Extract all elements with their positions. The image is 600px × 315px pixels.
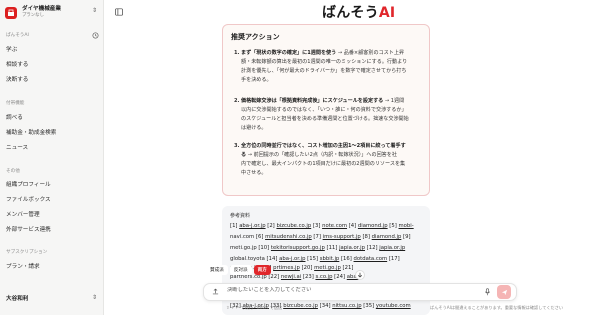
send-button[interactable] [497, 285, 511, 299]
brand-suffix: AI [378, 5, 396, 21]
mode-both-button[interactable]: 両方 [253, 264, 271, 275]
sidebar-item-org-profile[interactable]: 組織プロフィール [6, 180, 51, 188]
chevron-updown-icon: ⇕ [91, 7, 97, 14]
sidebar-toggle-icon[interactable] [115, 8, 123, 16]
action-number: 3. [234, 143, 240, 149]
action-heading: 価格転嫁交渉は「根拠資料完成後」にスケジュールを設定する [241, 98, 384, 104]
section-label-support: 付帯機能 [6, 101, 25, 106]
sidebar-item-research[interactable]: 調べる [6, 113, 23, 121]
org-switcher[interactable]: ダイヤ機械産業 プランなし ⇕ [5, 4, 101, 22]
sidebar-item-integrations[interactable]: 外部サービス連携 [6, 225, 51, 233]
brand-prefix: ばんそう [322, 5, 379, 21]
action-item-1: 1. まず「現状の数字の確定」に1週間を使う → 品番×顧客別のコスト上昇 額・未… [234, 50, 408, 83]
mode-pro-button[interactable]: 賛成派 [206, 264, 228, 275]
reference-line[interactable]: global.toyota [14] aba-j.or.jp [15] sbbi… [230, 256, 400, 262]
chat-input[interactable] [227, 287, 467, 293]
sidebar-item-consult[interactable]: 相談する [6, 60, 28, 68]
mode-con-button[interactable]: 反対派 [229, 264, 252, 275]
disclaimer: ぱんそうAIは間違えることがあります。重要な情報は確認してください [430, 305, 564, 310]
reference-line[interactable]: navi.com [6] mitsudenshi.co.jp [7] ims-s… [230, 234, 411, 240]
send-icon [501, 289, 507, 295]
reference-line[interactable]: meti.go.jp [10] tekitorisupport.go.jp [1… [230, 245, 405, 251]
reference-line[interactable]: [1] aba-j.or.jp [2] bizcube.co.jp [3] no… [230, 223, 414, 229]
sidebar-item-subsidy-search[interactable]: 補助金・助成金検索 [6, 128, 56, 136]
action-number: 1. [234, 50, 240, 56]
org-plan: プランなし [22, 13, 44, 19]
sidebar-item-decide[interactable]: 決断する [6, 75, 28, 83]
references-title: 参考資料 [230, 213, 251, 219]
org-logo-icon [5, 7, 17, 19]
sidebar-item-file-box[interactable]: ファイルボックス [6, 195, 51, 203]
sidebar-item-news[interactable]: ニュース [6, 143, 28, 151]
scroll-down-button[interactable] [355, 270, 365, 280]
sidebar-item-members[interactable]: メンバー管理 [6, 210, 40, 218]
section-label-main: ぱんそうAI [6, 33, 29, 38]
org-name: ダイヤ機械産業 [22, 6, 61, 13]
sidebar-item-billing[interactable]: プラン・請求 [6, 262, 40, 270]
user-name[interactable]: 大谷和利 [6, 294, 28, 302]
mic-icon[interactable] [484, 288, 491, 296]
arrow-down-icon [357, 272, 363, 278]
input-hint: ⇧ + ↵ で改行 · Enter で送信 [226, 305, 283, 310]
sidebar-item-learn[interactable]: 学ぶ [6, 45, 17, 53]
section-label-subscription: サブスクリプション [6, 250, 48, 255]
action-number: 2. [234, 98, 240, 104]
action-heading: まず「現状の数字の確定」に1週間を使う [241, 50, 337, 56]
action-heading: 全方位の同時並行ではなく、コスト増加の主因1〜2項目に絞って着手す [241, 143, 406, 149]
upload-icon[interactable] [212, 288, 219, 295]
recommend-title: 推奨アクション [231, 33, 280, 41]
action-item-3: 3. 全方位の同時並行ではなく、コスト増加の主因1〜2項目に絞って着手する → … [234, 143, 406, 176]
perspective-toggle: 賛成派 反対派 両方 [206, 263, 273, 276]
action-item-2: 2. 価格転嫁交渉は「根拠資料完成後」にスケジュールを設定する → 1週間 以内に… [234, 98, 409, 131]
section-label-other: その他 [6, 169, 20, 174]
history-icon[interactable] [92, 32, 99, 39]
chevron-updown-icon[interactable]: ⇕ [92, 294, 97, 301]
brand-logo: ばんそうAI [322, 2, 395, 22]
sidebar: ダイヤ機械産業 プランなし ⇕ ぱんそうAI 学ぶ 相談する 決断する 付帯機能… [0, 0, 104, 315]
